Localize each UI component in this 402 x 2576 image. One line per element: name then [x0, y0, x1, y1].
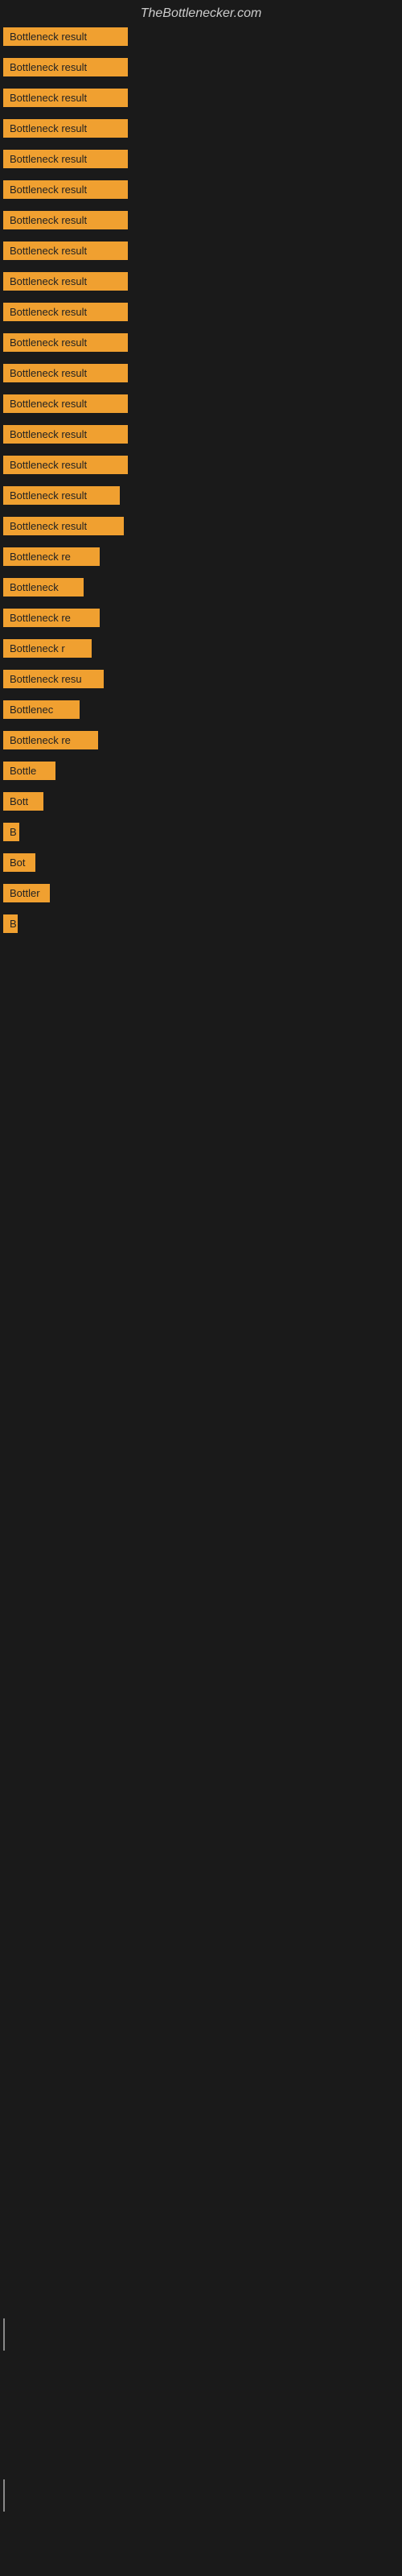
list-item: Bottleneck re	[3, 605, 399, 634]
list-item: Bottleneck re	[3, 728, 399, 757]
list-item: Bottler	[3, 881, 399, 910]
result-bar: Bott	[3, 792, 43, 811]
list-item: Bottleneck result	[3, 299, 399, 328]
result-bar: Bottleneck result	[3, 211, 128, 229]
cursor-line-2	[3, 2479, 5, 2512]
list-item: Bottleneck result	[3, 116, 399, 145]
result-bar: Bottleneck result	[3, 27, 128, 46]
list-item: B	[3, 911, 399, 940]
result-bar: B	[3, 914, 18, 933]
result-bar: Bottleneck result	[3, 425, 128, 444]
list-item: Bottleneck result	[3, 24, 399, 53]
result-bar: Bottlenec	[3, 700, 80, 719]
list-item: Bottleneck result	[3, 330, 399, 359]
list-item: Bottleneck result	[3, 391, 399, 420]
results-container: Bottleneck result Bottleneck result Bottle…	[0, 24, 402, 940]
result-bar: Bottleneck result	[3, 517, 124, 535]
result-bar: Bot	[3, 853, 35, 872]
list-item: Bottleneck result	[3, 208, 399, 237]
list-item: Bott	[3, 789, 399, 818]
list-item: Bottleneck re	[3, 544, 399, 573]
list-item: Bottleneck result	[3, 452, 399, 481]
list-item: Bottleneck result	[3, 85, 399, 114]
list-item: Bottleneck result	[3, 361, 399, 390]
list-item: Bottleneck	[3, 575, 399, 604]
result-bar: Bottleneck result	[3, 89, 128, 107]
site-title: TheBottlenecker.com	[0, 0, 402, 24]
result-bar: Bottleneck result	[3, 150, 128, 168]
list-item: B	[3, 819, 399, 848]
list-item: Bottle	[3, 758, 399, 787]
list-item: Bottleneck r	[3, 636, 399, 665]
result-bar: Bottleneck result	[3, 333, 128, 352]
result-bar: Bottleneck re	[3, 731, 98, 749]
list-item: Bottleneck resu	[3, 667, 399, 696]
list-item: Bottleneck result	[3, 55, 399, 84]
result-bar: Bottleneck result	[3, 456, 128, 474]
list-item: Bottleneck result	[3, 422, 399, 451]
result-bar: Bottleneck result	[3, 272, 128, 291]
result-bar: Bottleneck result	[3, 58, 128, 76]
list-item: Bottleneck result	[3, 238, 399, 267]
result-bar: Bottleneck result	[3, 486, 120, 505]
result-bar: Bottleneck result	[3, 242, 128, 260]
result-bar: Bottleneck r	[3, 639, 92, 658]
result-bar: Bottler	[3, 884, 50, 902]
result-bar: Bottleneck result	[3, 394, 128, 413]
list-item: Bottleneck result	[3, 514, 399, 543]
list-item: Bottleneck result	[3, 269, 399, 298]
list-item: Bottlenec	[3, 697, 399, 726]
result-bar: Bottleneck result	[3, 180, 128, 199]
result-bar: Bottleneck result	[3, 303, 128, 321]
list-item: Bottleneck result	[3, 177, 399, 206]
result-bar: Bottleneck re	[3, 547, 100, 566]
result-bar: Bottleneck result	[3, 119, 128, 138]
result-bar: Bottleneck	[3, 578, 84, 597]
list-item: Bottleneck result	[3, 483, 399, 512]
result-bar: Bottleneck result	[3, 364, 128, 382]
result-bar: Bottleneck re	[3, 609, 100, 627]
result-bar: Bottleneck resu	[3, 670, 104, 688]
result-bar: Bottle	[3, 762, 55, 780]
list-item: Bottleneck result	[3, 147, 399, 175]
cursor-line	[3, 2318, 5, 2351]
result-bar: B	[3, 823, 19, 841]
list-item: Bot	[3, 850, 399, 879]
